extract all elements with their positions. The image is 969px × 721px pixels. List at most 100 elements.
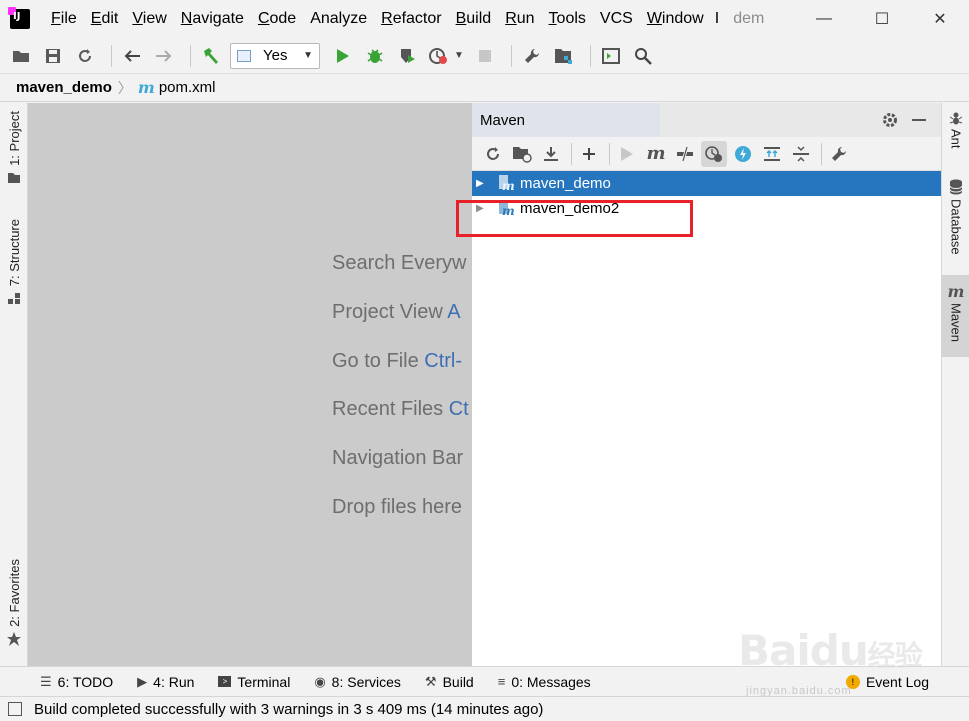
- tree-item-maven-demo[interactable]: ▶ m maven_demo: [472, 171, 941, 196]
- tab-project[interactable]: 1: Project: [0, 111, 28, 184]
- tab-todo[interactable]: ☰ 6: TODO: [40, 674, 113, 690]
- menu-code[interactable]: Code: [251, 0, 303, 38]
- run-icon[interactable]: [330, 43, 356, 69]
- hint-navigation-bar: Navigation Bar: [332, 447, 463, 470]
- close-button[interactable]: ✕: [911, 0, 969, 38]
- tab-favorites-label: 2: Favorites: [6, 559, 22, 627]
- main-toolbar: Yes ▼ ▼: [0, 38, 969, 74]
- tab-services[interactable]: ◉ 8: Services: [314, 674, 401, 690]
- forward-arrow-icon[interactable]: [151, 43, 177, 69]
- menu-label: ode: [269, 10, 297, 27]
- stop-icon[interactable]: [472, 43, 498, 69]
- menu-help[interactable]: I: [711, 0, 723, 38]
- watermark: Baidu经验: [738, 612, 938, 682]
- watermark-url: jingyan.baidu.com: [746, 685, 852, 697]
- maven-m-glyph: m: [646, 143, 666, 164]
- minimize-button[interactable]: —: [795, 0, 853, 38]
- run-icon[interactable]: [614, 141, 640, 167]
- generate-sources-icon[interactable]: [509, 141, 535, 167]
- back-arrow-icon[interactable]: [119, 43, 145, 69]
- tab-favorites[interactable]: 2: Favorites: [0, 559, 28, 647]
- sync-icon[interactable]: [72, 43, 98, 69]
- hint-text: Go to File: [332, 350, 425, 372]
- toggle-tool-windows-icon[interactable]: [8, 702, 22, 716]
- breadcrumb-file[interactable]: pom.xml: [159, 79, 216, 96]
- tab-build[interactable]: ⚒ Build: [425, 674, 474, 690]
- intellij-logo-icon: [8, 7, 30, 29]
- tab-messages[interactable]: ≡ 0: Messages: [498, 674, 591, 690]
- menu-mnemonic: B: [455, 10, 467, 27]
- add-icon[interactable]: [576, 141, 602, 167]
- menu-mnemonic: N: [180, 10, 193, 27]
- expand-arrow-icon[interactable]: ▶: [476, 178, 490, 189]
- services-icon: ◉: [314, 673, 326, 689]
- menu-analyze[interactable]: Analyze: [303, 0, 374, 38]
- toolbar-separator: [571, 142, 572, 165]
- tab-database[interactable]: Database: [942, 179, 969, 255]
- run-anything-icon[interactable]: [598, 43, 624, 69]
- save-icon[interactable]: [40, 43, 66, 69]
- toolbar-separator: [111, 44, 112, 67]
- run-configuration-select[interactable]: Yes ▼: [230, 42, 320, 69]
- menu-mnemonic: W: [646, 10, 662, 27]
- collapse-all-icon[interactable]: [788, 141, 814, 167]
- tab-ant-label: Ant: [948, 129, 964, 149]
- show-dependencies-icon[interactable]: [759, 141, 785, 167]
- tab-ant[interactable]: Ant: [942, 111, 969, 149]
- chevron-down-icon: ▼: [303, 50, 313, 61]
- tab-maven[interactable]: m Maven: [942, 275, 969, 357]
- profile-run-icon[interactable]: [426, 43, 452, 69]
- tab-label: 4: Run: [153, 673, 195, 690]
- hide-panel-icon[interactable]: [906, 107, 932, 133]
- menu-run[interactable]: Run: [498, 0, 541, 38]
- menu-navigate[interactable]: Navigate: [174, 0, 251, 38]
- menu-tools[interactable]: Tools: [542, 0, 593, 38]
- tab-label: 8: Services: [331, 673, 401, 690]
- menu-window[interactable]: Window: [640, 0, 711, 38]
- breadcrumb-project[interactable]: maven_demo: [16, 79, 112, 96]
- run-configuration-label: Yes: [263, 47, 288, 64]
- star-icon: [7, 631, 21, 646]
- hint-drop-files: Drop files here: [332, 496, 462, 519]
- maven-tool-window: Maven m ▶ m maven_demo ▶ m maven_demo2: [456, 103, 941, 666]
- menu-edit[interactable]: Edit: [84, 0, 126, 38]
- reload-icon[interactable]: [480, 141, 506, 167]
- chevron-down-icon[interactable]: ▼: [452, 43, 466, 69]
- menu-view[interactable]: View: [125, 0, 173, 38]
- menu-refactor[interactable]: Refactor: [374, 0, 448, 38]
- download-icon[interactable]: [538, 141, 564, 167]
- gear-icon[interactable]: [877, 107, 903, 133]
- tab-structure-label: 7: Structure: [6, 219, 22, 287]
- lightning-icon[interactable]: [730, 141, 756, 167]
- settings-wrench-icon[interactable]: [826, 141, 852, 167]
- settings-wrench-icon[interactable]: [519, 43, 545, 69]
- execute-goal-icon[interactable]: m: [643, 141, 669, 167]
- breadcrumb: maven_demo 〉 m pom.xml: [0, 74, 969, 102]
- project-structure-icon[interactable]: [551, 43, 577, 69]
- hint-text: Navigation Bar: [332, 447, 464, 469]
- menu-vcs[interactable]: VCS: [593, 0, 640, 38]
- coverage-shield-icon[interactable]: [394, 43, 420, 69]
- tab-run[interactable]: ▶ 4: Run: [137, 674, 194, 690]
- tab-terminal[interactable]: > Terminal: [218, 674, 290, 690]
- search-icon[interactable]: [630, 43, 656, 69]
- menu-file[interactable]: File: [44, 0, 84, 38]
- right-tool-strip: Ant Database m Maven: [941, 103, 969, 666]
- menu-label: ile: [60, 10, 77, 27]
- skip-tests-icon[interactable]: [701, 140, 727, 167]
- maven-module-icon: m: [498, 174, 516, 193]
- menu-mnemonic: R: [381, 10, 393, 27]
- tab-structure[interactable]: 7: Structure: [0, 219, 28, 306]
- toolbar-separator: [190, 44, 191, 67]
- debug-bug-icon[interactable]: [362, 43, 388, 69]
- configuration-icon: [237, 49, 251, 62]
- menu-label: ools: [556, 10, 586, 27]
- maximize-button[interactable]: ☐: [853, 0, 911, 38]
- build-hammer-icon[interactable]: [198, 43, 224, 69]
- hint-shortcut: A: [447, 301, 461, 323]
- menu-build[interactable]: Build: [449, 0, 499, 38]
- main-menu: File Edit View Navigate Code Analyze Ref…: [44, 0, 723, 38]
- menu-label: dit: [101, 10, 119, 27]
- toggle-offline-icon[interactable]: [672, 141, 698, 167]
- open-folder-icon[interactable]: [8, 43, 34, 69]
